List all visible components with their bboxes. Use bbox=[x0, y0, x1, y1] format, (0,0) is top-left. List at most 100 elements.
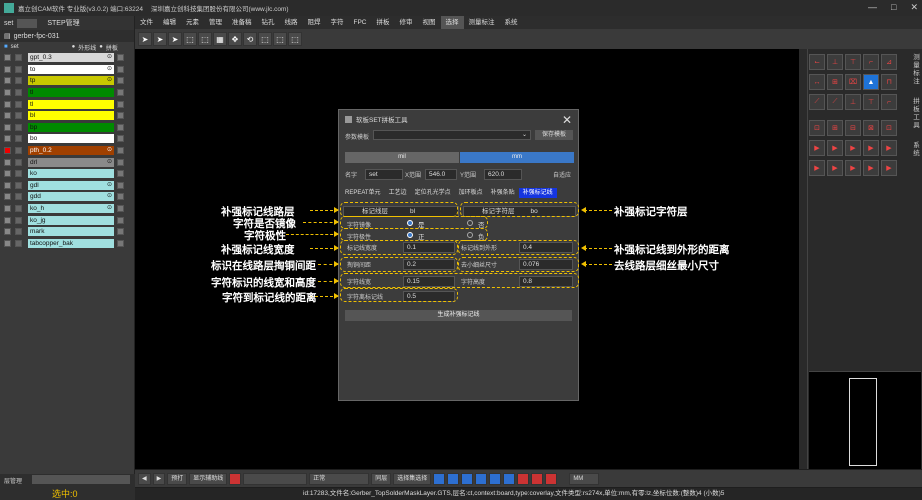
right-panel-tab-char[interactable]: 标 bbox=[911, 70, 922, 78]
layer-name[interactable]: drl ⊙ bbox=[28, 157, 114, 167]
dialog-tab[interactable]: 补强标记线 bbox=[518, 188, 557, 198]
select-region-icon[interactable]: ⬚ bbox=[198, 32, 212, 46]
draw-line-icon[interactable] bbox=[433, 472, 446, 485]
layer-row[interactable]: mark bbox=[0, 226, 134, 238]
name-field[interactable]: set bbox=[365, 169, 403, 180]
layer-name[interactable]: tl bbox=[28, 88, 114, 98]
menu-item[interactable]: 线路 bbox=[280, 16, 303, 29]
layer-lock-checkbox[interactable] bbox=[117, 100, 124, 108]
menu-item[interactable]: 字符 bbox=[326, 16, 349, 29]
measure-tool-icon[interactable]: ⊥ bbox=[827, 54, 843, 70]
layer-select-checkbox[interactable] bbox=[15, 100, 22, 108]
layer-select-checkbox[interactable] bbox=[15, 112, 22, 120]
layer-visible-checkbox[interactable] bbox=[4, 147, 11, 155]
layer-select-checkbox[interactable] bbox=[15, 123, 22, 131]
auto-fit-button[interactable]: 自适应 bbox=[553, 170, 571, 179]
measure-tool-icon[interactable]: ⊡ bbox=[809, 120, 825, 136]
measure-tool-icon[interactable]: ▶ bbox=[863, 160, 879, 176]
menu-item[interactable]: 钻孔 bbox=[257, 16, 280, 29]
measure-tool-icon[interactable]: ⊟ bbox=[845, 120, 861, 136]
layer-select-checkbox[interactable] bbox=[15, 147, 22, 155]
layer-name[interactable]: gdl ⊙ bbox=[28, 180, 114, 190]
layer-visible-checkbox[interactable] bbox=[4, 54, 11, 62]
prev-button[interactable]: ◀ bbox=[138, 472, 151, 485]
measure-tool-icon[interactable]: ⟋ bbox=[809, 94, 825, 110]
right-panel-tab-char[interactable]: 注 bbox=[911, 78, 922, 86]
fpc-select-icon[interactable]: ⬚ bbox=[258, 32, 272, 46]
layer-lock-checkbox[interactable] bbox=[117, 112, 124, 120]
draw-poly-icon[interactable] bbox=[475, 472, 488, 485]
generate-button[interactable]: 生成补强标记线 bbox=[345, 310, 572, 321]
step-manage-tab[interactable]: STEP管理 bbox=[47, 18, 79, 28]
stitch-radio[interactable]: ● bbox=[99, 44, 103, 50]
unit-select[interactable]: MM bbox=[569, 472, 600, 485]
layer-name[interactable]: gpt_0.3 ⊙ bbox=[28, 53, 114, 63]
unit-mil-button[interactable]: mil bbox=[345, 152, 459, 163]
measure-tool-icon[interactable]: ▲ bbox=[863, 74, 879, 90]
menu-item[interactable]: 视图 bbox=[418, 16, 441, 29]
layer-lock-checkbox[interactable] bbox=[117, 158, 124, 166]
snap-grid-icon[interactable] bbox=[545, 472, 558, 485]
save-template-button[interactable]: 保存模板 bbox=[535, 130, 573, 140]
menu-item[interactable]: 拼板 bbox=[372, 16, 395, 29]
layer-visible-checkbox[interactable] bbox=[4, 112, 11, 120]
measure-tool-icon[interactable]: ⌐ bbox=[881, 94, 897, 110]
right-panel-tab-char[interactable]: 量 bbox=[911, 62, 922, 70]
measure-tool-icon[interactable]: ⌐ bbox=[863, 54, 879, 70]
project-name[interactable]: gerber-fpc-031 bbox=[14, 33, 60, 40]
layer-visible-checkbox[interactable] bbox=[4, 135, 11, 143]
layer-row[interactable]: tl bbox=[0, 87, 134, 99]
layer-name[interactable]: bl bbox=[28, 111, 114, 121]
close-window-button[interactable]: ✕ bbox=[910, 2, 918, 13]
right-panel-tab-char[interactable]: 测 bbox=[911, 54, 922, 62]
layer-row[interactable]: gdl ⊙ bbox=[0, 180, 134, 192]
layer-name[interactable]: bp bbox=[28, 122, 114, 132]
eye-icon[interactable]: ⊙ bbox=[107, 204, 112, 213]
eye-icon[interactable]: ⊙ bbox=[107, 146, 112, 155]
measure-tool-icon[interactable]: ⊞ bbox=[827, 74, 843, 90]
measure-tool-icon[interactable]: ⊿ bbox=[881, 54, 897, 70]
layer-lock-checkbox[interactable] bbox=[117, 228, 124, 236]
layer-name[interactable]: tp ⊙ bbox=[28, 76, 114, 86]
layer-lock-checkbox[interactable] bbox=[117, 239, 124, 247]
view-combo[interactable]: 预打 bbox=[167, 472, 188, 485]
menu-item[interactable]: FPC bbox=[349, 16, 372, 29]
snap-icon[interactable] bbox=[229, 472, 242, 485]
mode-select[interactable]: 正常 bbox=[309, 472, 370, 485]
minimize-button[interactable]: — bbox=[868, 2, 877, 13]
y-range-field[interactable]: 620.0 bbox=[484, 169, 522, 180]
layer-row[interactable]: ko bbox=[0, 168, 134, 180]
layer-select-checkbox[interactable] bbox=[15, 228, 22, 236]
layer-visible-checkbox[interactable] bbox=[4, 65, 11, 73]
snap-point-icon[interactable] bbox=[531, 472, 544, 485]
layer-select-checkbox[interactable] bbox=[15, 54, 22, 62]
layer-name[interactable]: tl bbox=[28, 99, 114, 109]
select-box-icon[interactable]: ⬚ bbox=[183, 32, 197, 46]
layer-row[interactable]: bl bbox=[0, 110, 134, 122]
layer-lock-checkbox[interactable] bbox=[117, 89, 124, 97]
eye-icon[interactable]: ⊙ bbox=[107, 53, 112, 62]
unit-mm-button[interactable]: mm bbox=[460, 152, 574, 163]
filter-icon[interactable] bbox=[503, 472, 516, 485]
layer-name[interactable]: to ⊙ bbox=[28, 64, 114, 74]
layer-name[interactable]: ko bbox=[28, 169, 114, 179]
menu-item[interactable]: 系统 bbox=[500, 16, 523, 29]
menu-item[interactable]: 编辑 bbox=[158, 16, 181, 29]
select-arrow2-icon[interactable]: ➤ bbox=[153, 32, 167, 46]
draw-rect-icon[interactable] bbox=[461, 472, 474, 485]
same-layer-toggle[interactable]: 同层 bbox=[371, 472, 392, 485]
measure-tool-icon[interactable]: ▶ bbox=[809, 140, 825, 156]
move-icon[interactable]: ✥ bbox=[228, 32, 242, 46]
layer-visible-checkbox[interactable] bbox=[4, 193, 11, 201]
dialog-tab[interactable]: 工艺边 bbox=[385, 188, 411, 198]
measure-tool-icon[interactable]: ⊤ bbox=[845, 54, 861, 70]
eye-icon[interactable]: ⊙ bbox=[107, 181, 112, 190]
right-panel-tab-char[interactable]: 具 bbox=[911, 122, 922, 130]
layer-name[interactable]: bo bbox=[28, 134, 114, 144]
select-set-toggle[interactable]: 选择集选择 bbox=[393, 472, 432, 485]
menu-item[interactable]: 选择 bbox=[440, 16, 464, 29]
eye-icon[interactable]: ⊙ bbox=[107, 65, 112, 74]
maximize-button[interactable]: □ bbox=[891, 2, 896, 13]
layer-lock-checkbox[interactable] bbox=[117, 193, 124, 201]
layer-lock-checkbox[interactable] bbox=[117, 170, 124, 178]
